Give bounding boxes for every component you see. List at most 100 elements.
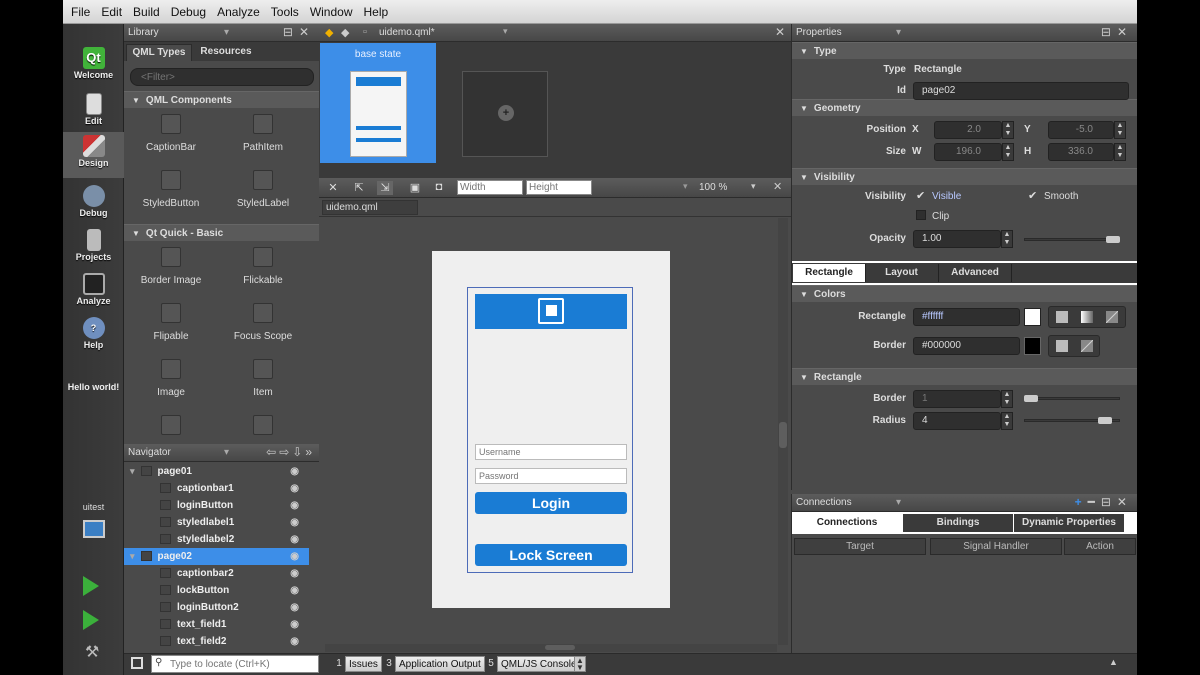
lib-item-border-image[interactable]: Border Image: [126, 241, 216, 296]
y-stepper[interactable]: ▲ ▼: [1114, 121, 1126, 139]
login-button[interactable]: Login: [475, 492, 627, 514]
lib-item-captionbar[interactable]: CaptionBar: [126, 108, 216, 163]
locator-input[interactable]: [151, 655, 319, 673]
section-geometry[interactable]: Geometry: [792, 99, 1137, 116]
expand-arrow-icon[interactable]: ▾: [130, 466, 135, 476]
w-stepper[interactable]: ▲ ▼: [1002, 143, 1014, 161]
lib-item-pathitem[interactable]: PathItem: [218, 108, 308, 163]
password-field[interactable]: [475, 468, 627, 484]
expand-output-icon[interactable]: ▲: [1109, 657, 1118, 667]
visibility-eye-icon[interactable]: ◉: [290, 548, 299, 565]
visibility-eye-icon[interactable]: ◉: [290, 480, 299, 497]
opacity-stepper[interactable]: ▲ ▼: [1001, 230, 1013, 248]
run-icon[interactable]: [83, 576, 99, 596]
caption-bar[interactable]: [475, 294, 627, 329]
mode-design[interactable]: Design: [63, 132, 124, 178]
menu-file[interactable]: File: [71, 5, 90, 19]
lib-item-flickable[interactable]: Flickable: [218, 241, 308, 296]
more-panes-icon[interactable]: ▲ ▼: [574, 656, 586, 672]
opacity-slider-knob[interactable]: [1106, 236, 1120, 243]
gradient-fill-icon[interactable]: [1081, 311, 1093, 323]
navigator-item-lockbutton[interactable]: lockButton ◉: [124, 582, 309, 599]
visibility-eye-icon[interactable]: ◉: [290, 599, 299, 616]
section-qt-quick-basic[interactable]: Qt Quick - Basic: [124, 224, 319, 241]
rect-color-mode-buttons[interactable]: [1048, 306, 1126, 328]
menu-tools[interactable]: Tools: [271, 5, 299, 19]
pane-issues-button[interactable]: Issues: [345, 656, 382, 672]
menu-help[interactable]: Help: [364, 5, 389, 19]
tab-advanced[interactable]: Advanced: [938, 264, 1012, 282]
connections-add-float-close-icons[interactable]: +━⊟✕: [1075, 494, 1133, 511]
mode-analyze[interactable]: Analyze: [63, 270, 124, 314]
file-dropdown-icon[interactable]: ▾: [503, 26, 508, 37]
navigator-item-styledlabel1[interactable]: styledlabel1 ◉: [124, 514, 309, 531]
mode-edit[interactable]: Edit: [63, 90, 124, 134]
tab-qml-types[interactable]: QML Types: [126, 44, 192, 61]
visibility-eye-icon[interactable]: ◉: [290, 616, 299, 633]
col-target[interactable]: Target: [794, 538, 926, 555]
lock-screen-button[interactable]: Lock Screen: [475, 544, 627, 566]
lib-item-more-2[interactable]: [218, 409, 308, 437]
radius-field[interactable]: 4: [913, 412, 1001, 430]
w-field[interactable]: 196.0: [934, 143, 1002, 161]
radius-slider-knob[interactable]: [1098, 417, 1112, 424]
menu-window[interactable]: Window: [310, 5, 353, 19]
h-field[interactable]: 336.0: [1048, 143, 1114, 161]
menu-build[interactable]: Build: [133, 5, 160, 19]
pane-console-button[interactable]: QML/JS Console: [497, 656, 581, 672]
solid-fill-icon[interactable]: [1056, 311, 1068, 323]
visible-checkbox[interactable]: ✔: [916, 189, 925, 202]
zoom-down-icon[interactable]: ▾: [683, 181, 688, 192]
opacity-field[interactable]: 1.00: [913, 230, 1001, 248]
col-action[interactable]: Action: [1064, 538, 1136, 555]
tab-resources[interactable]: Resources: [194, 44, 258, 61]
navigator-item-captionbar1[interactable]: captionbar1 ◉: [124, 480, 309, 497]
navigator-item-text-field1[interactable]: text_field1 ◉: [124, 616, 309, 633]
close-editor-icon[interactable]: ✕: [775, 25, 785, 39]
border-color-mode-buttons[interactable]: [1048, 335, 1100, 357]
lib-item-styledbutton[interactable]: StyledButton: [126, 164, 216, 219]
navigator-item-text-field2[interactable]: text_field2 ◉: [124, 633, 309, 650]
x-stepper[interactable]: ▲ ▼: [1002, 121, 1014, 139]
navigator-item-captionbar2[interactable]: captionbar2 ◉: [124, 565, 309, 582]
kit-selector-icon[interactable]: [83, 520, 105, 538]
lib-item-focus-scope[interactable]: Focus Scope: [218, 297, 308, 352]
snap-tool-icon[interactable]: ◘: [431, 181, 447, 195]
visibility-eye-icon[interactable]: ◉: [290, 514, 299, 531]
x-field[interactable]: 2.0: [934, 121, 1002, 139]
lib-item-item[interactable]: Item: [218, 353, 308, 408]
add-state-button[interactable]: +: [462, 71, 548, 157]
toggle-sidebar-icon[interactable]: [131, 657, 143, 669]
build-hammer-icon[interactable]: ⚒: [85, 642, 103, 661]
library-float-close-icons[interactable]: ⊟✕: [283, 24, 315, 41]
resize-tool-icon[interactable]: ⇲: [377, 181, 393, 195]
library-dropdown-icon[interactable]: ▾: [224, 24, 229, 41]
clip-checkbox[interactable]: [916, 210, 926, 220]
zoom-level[interactable]: 100 %: [699, 182, 727, 193]
username-field[interactable]: [475, 444, 627, 460]
border-width-stepper[interactable]: ▲ ▼: [1001, 390, 1013, 408]
section-visibility[interactable]: Visibility: [792, 168, 1137, 185]
section-rectangle[interactable]: Rectangle: [792, 368, 1137, 385]
border-width-slider[interactable]: [1024, 397, 1120, 400]
border-color-field[interactable]: #000000: [913, 337, 1020, 355]
menu-edit[interactable]: Edit: [101, 5, 122, 19]
canvas-tab[interactable]: uidemo.qml: [322, 200, 418, 215]
lib-item-styledlabel[interactable]: StyledLabel: [218, 164, 308, 219]
tab-layout[interactable]: Layout: [865, 264, 937, 282]
section-qml-components[interactable]: QML Components: [124, 91, 319, 108]
properties-dropdown-icon[interactable]: ▾: [896, 24, 901, 41]
pane-output-button[interactable]: Application Output: [395, 656, 485, 672]
visibility-eye-icon[interactable]: ◉: [290, 497, 299, 514]
properties-float-close-icons[interactable]: ⊟✕: [1101, 24, 1133, 41]
anchor-tool-icon[interactable]: ▣: [407, 181, 423, 195]
mode-help[interactable]: ? Help: [63, 314, 124, 358]
mode-debug[interactable]: Debug: [63, 182, 124, 226]
section-type[interactable]: Type: [792, 42, 1137, 59]
menu-analyze[interactable]: Analyze: [217, 5, 260, 19]
lib-item-image[interactable]: Image: [126, 353, 216, 408]
navigator-item-page02[interactable]: ▾ page02 ◉: [124, 548, 309, 565]
h-stepper[interactable]: ▲ ▼: [1114, 143, 1126, 161]
mode-welcome[interactable]: Qt Welcome: [63, 44, 124, 88]
state-base[interactable]: base state: [320, 43, 436, 163]
